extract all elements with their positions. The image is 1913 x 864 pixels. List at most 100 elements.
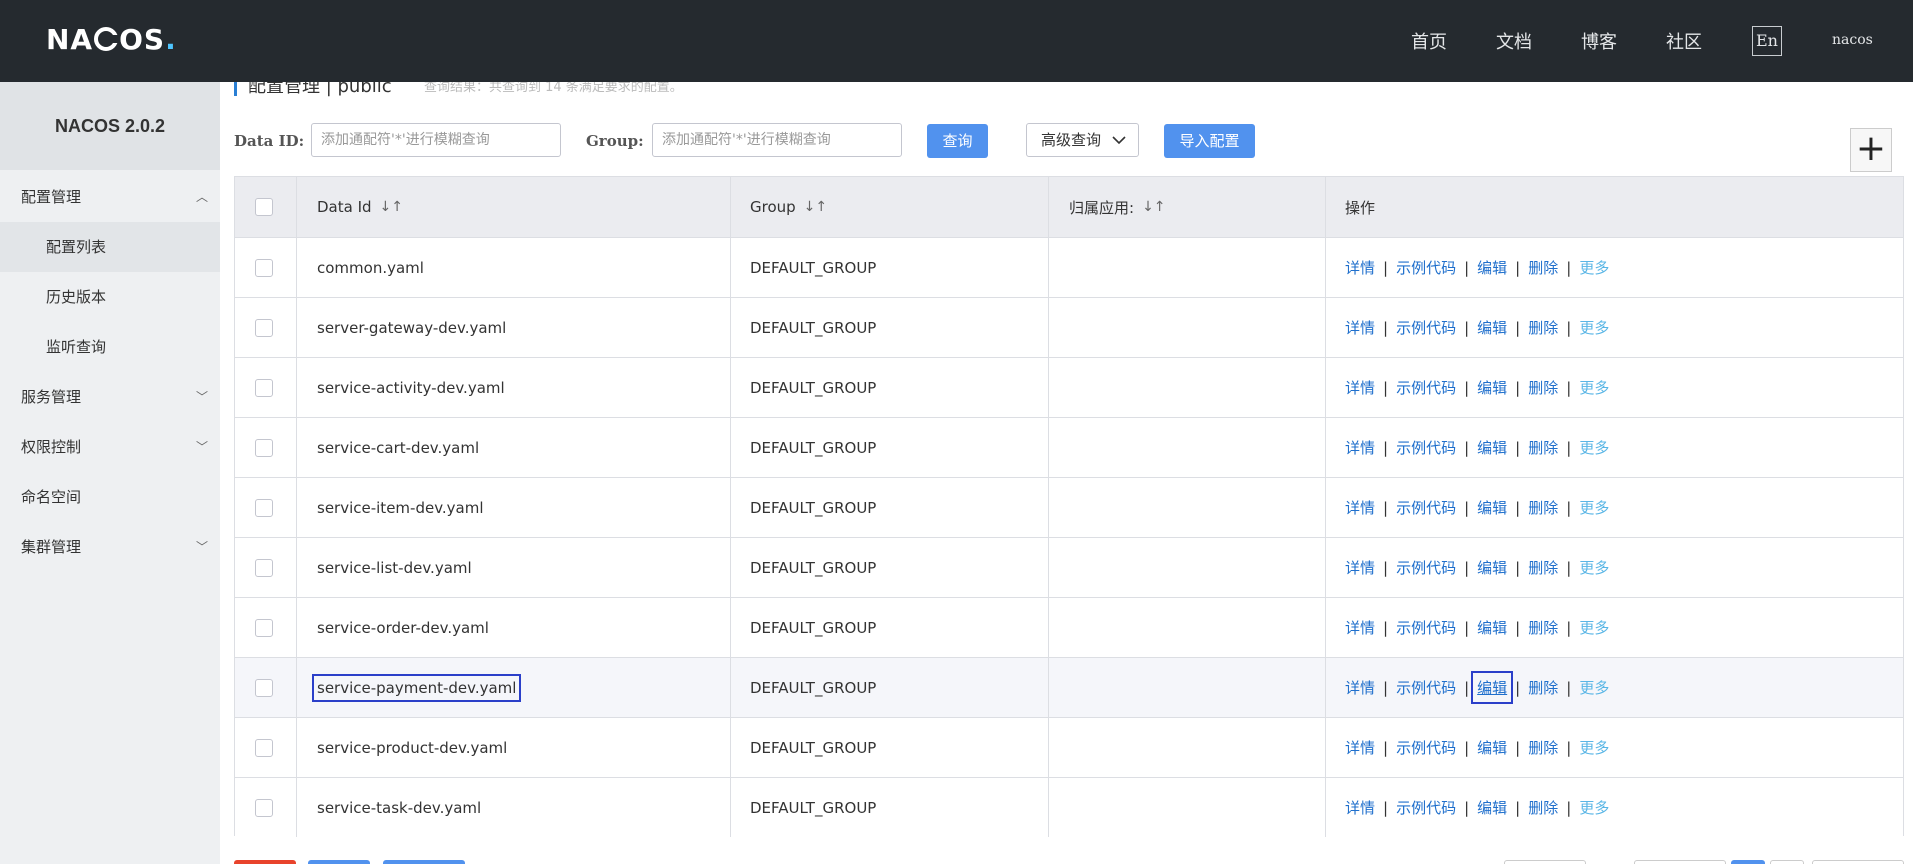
sample-code-link[interactable]: 示例代码: [1396, 257, 1456, 278]
row-checkbox[interactable]: [255, 738, 273, 757]
sort-icon[interactable]: ↓↑: [804, 199, 827, 215]
menu-service-management[interactable]: 服务管理 ﹀: [0, 372, 220, 422]
row-data-id: service-activity-dev.yaml: [317, 378, 505, 397]
sort-icon[interactable]: ↓↑: [1142, 199, 1165, 215]
nav-blog[interactable]: 博客: [1581, 28, 1617, 54]
more-link[interactable]: 更多: [1579, 377, 1609, 398]
sample-code-link[interactable]: 示例代码: [1396, 617, 1456, 638]
row-checkbox[interactable]: [255, 378, 273, 397]
nacos-logo[interactable]: NA OS.: [46, 23, 177, 56]
menu-config-management[interactable]: 配置管理 ︿: [0, 172, 220, 222]
delete-link[interactable]: 删除: [1528, 737, 1558, 758]
sample-code-link[interactable]: 示例代码: [1396, 797, 1456, 818]
edit-link[interactable]: 编辑: [1477, 737, 1507, 758]
more-link[interactable]: 更多: [1579, 797, 1609, 818]
more-link[interactable]: 更多: [1579, 497, 1609, 518]
edit-link[interactable]: 编辑: [1477, 557, 1507, 578]
detail-link[interactable]: 详情: [1345, 617, 1375, 638]
nav-community[interactable]: 社区: [1666, 28, 1702, 54]
group-search-input[interactable]: 添加通配符'*'进行模糊查询: [652, 123, 902, 157]
detail-link[interactable]: 详情: [1345, 437, 1375, 458]
sample-code-link[interactable]: 示例代码: [1396, 497, 1456, 518]
edit-link[interactable]: 编辑: [1477, 317, 1507, 338]
delete-link[interactable]: 删除: [1528, 557, 1558, 578]
sample-code-link[interactable]: 示例代码: [1396, 437, 1456, 458]
pagination-page[interactable]: [1731, 860, 1765, 864]
detail-link[interactable]: 详情: [1345, 557, 1375, 578]
delete-link[interactable]: 删除: [1528, 497, 1558, 518]
more-link[interactable]: 更多: [1579, 317, 1609, 338]
edit-link[interactable]: 编辑: [1477, 497, 1507, 518]
detail-link[interactable]: 详情: [1345, 377, 1375, 398]
more-link[interactable]: 更多: [1579, 557, 1609, 578]
page-size-select[interactable]: [1634, 860, 1726, 864]
delete-link[interactable]: 删除: [1528, 617, 1558, 638]
delete-selected-button[interactable]: [234, 860, 296, 864]
menu-cluster-management[interactable]: 集群管理 ﹀: [0, 522, 220, 572]
column-header-group[interactable]: Group ↓↑: [750, 177, 827, 237]
edit-link[interactable]: 编辑: [1477, 377, 1507, 398]
advanced-query-button[interactable]: 高级查询: [1026, 123, 1139, 157]
sample-code-link[interactable]: 示例代码: [1396, 557, 1456, 578]
row-checkbox[interactable]: [255, 258, 273, 277]
column-header-dataid[interactable]: Data Id ↓↑: [317, 177, 403, 237]
delete-link[interactable]: 删除: [1528, 377, 1558, 398]
language-toggle-button[interactable]: En: [1752, 26, 1782, 56]
row-checkbox[interactable]: [255, 438, 273, 457]
delete-link[interactable]: 删除: [1528, 317, 1558, 338]
edit-link[interactable]: 编辑: [1477, 797, 1507, 818]
pagination-prev[interactable]: [1504, 860, 1586, 864]
menu-history-version[interactable]: 历史版本: [0, 272, 220, 322]
row-checkbox[interactable]: [255, 558, 273, 577]
export-selected-button[interactable]: [308, 860, 370, 864]
sample-code-link[interactable]: 示例代码: [1396, 677, 1456, 698]
column-header-app[interactable]: 归属应用: ↓↑: [1069, 177, 1166, 237]
detail-link[interactable]: 详情: [1345, 737, 1375, 758]
more-link[interactable]: 更多: [1579, 257, 1609, 278]
menu-namespace[interactable]: 命名空间: [0, 472, 220, 522]
more-link[interactable]: 更多: [1579, 677, 1609, 698]
row-checkbox[interactable]: [255, 618, 273, 637]
more-link[interactable]: 更多: [1579, 617, 1609, 638]
sort-icon[interactable]: ↓↑: [380, 199, 403, 215]
row-data-id: service-product-dev.yaml: [317, 738, 508, 757]
user-name[interactable]: nacos: [1832, 32, 1873, 48]
more-link[interactable]: 更多: [1579, 737, 1609, 758]
select-all-checkbox[interactable]: [255, 198, 273, 216]
clone-button[interactable]: [383, 860, 465, 864]
separator: |: [1464, 438, 1470, 457]
pagination-next[interactable]: [1812, 860, 1904, 864]
nav-home[interactable]: 首页: [1411, 28, 1447, 54]
edit-link[interactable]: 编辑: [1477, 437, 1507, 458]
delete-link[interactable]: 删除: [1528, 437, 1558, 458]
detail-link[interactable]: 详情: [1345, 677, 1375, 698]
menu-listener-query[interactable]: 监听查询: [0, 322, 220, 372]
nav-docs[interactable]: 文档: [1496, 28, 1532, 54]
detail-link[interactable]: 详情: [1345, 317, 1375, 338]
dataid-search-input[interactable]: 添加通配符'*'进行模糊查询: [311, 123, 561, 157]
pagination-page[interactable]: [1770, 860, 1804, 864]
edit-link[interactable]: 编辑: [1471, 671, 1514, 704]
edit-link[interactable]: 编辑: [1477, 257, 1507, 278]
sample-code-link[interactable]: 示例代码: [1396, 377, 1456, 398]
group-label: Group:: [586, 132, 644, 150]
detail-link[interactable]: 详情: [1345, 257, 1375, 278]
row-checkbox[interactable]: [255, 318, 273, 337]
more-link[interactable]: 更多: [1579, 437, 1609, 458]
delete-link[interactable]: 删除: [1528, 797, 1558, 818]
delete-link[interactable]: 删除: [1528, 257, 1558, 278]
delete-link[interactable]: 删除: [1528, 677, 1558, 698]
row-checkbox[interactable]: [255, 498, 273, 517]
sample-code-link[interactable]: 示例代码: [1396, 737, 1456, 758]
detail-link[interactable]: 详情: [1345, 797, 1375, 818]
sample-code-link[interactable]: 示例代码: [1396, 317, 1456, 338]
row-checkbox[interactable]: [255, 798, 273, 817]
menu-config-list[interactable]: 配置列表: [0, 222, 220, 272]
edit-link[interactable]: 编辑: [1477, 617, 1507, 638]
detail-link[interactable]: 详情: [1345, 497, 1375, 518]
menu-access-control[interactable]: 权限控制 ﹀: [0, 422, 220, 472]
row-checkbox[interactable]: [255, 678, 273, 697]
query-button[interactable]: 查询: [927, 124, 988, 158]
add-config-button[interactable]: +: [1850, 128, 1892, 172]
import-config-button[interactable]: 导入配置: [1164, 124, 1255, 158]
